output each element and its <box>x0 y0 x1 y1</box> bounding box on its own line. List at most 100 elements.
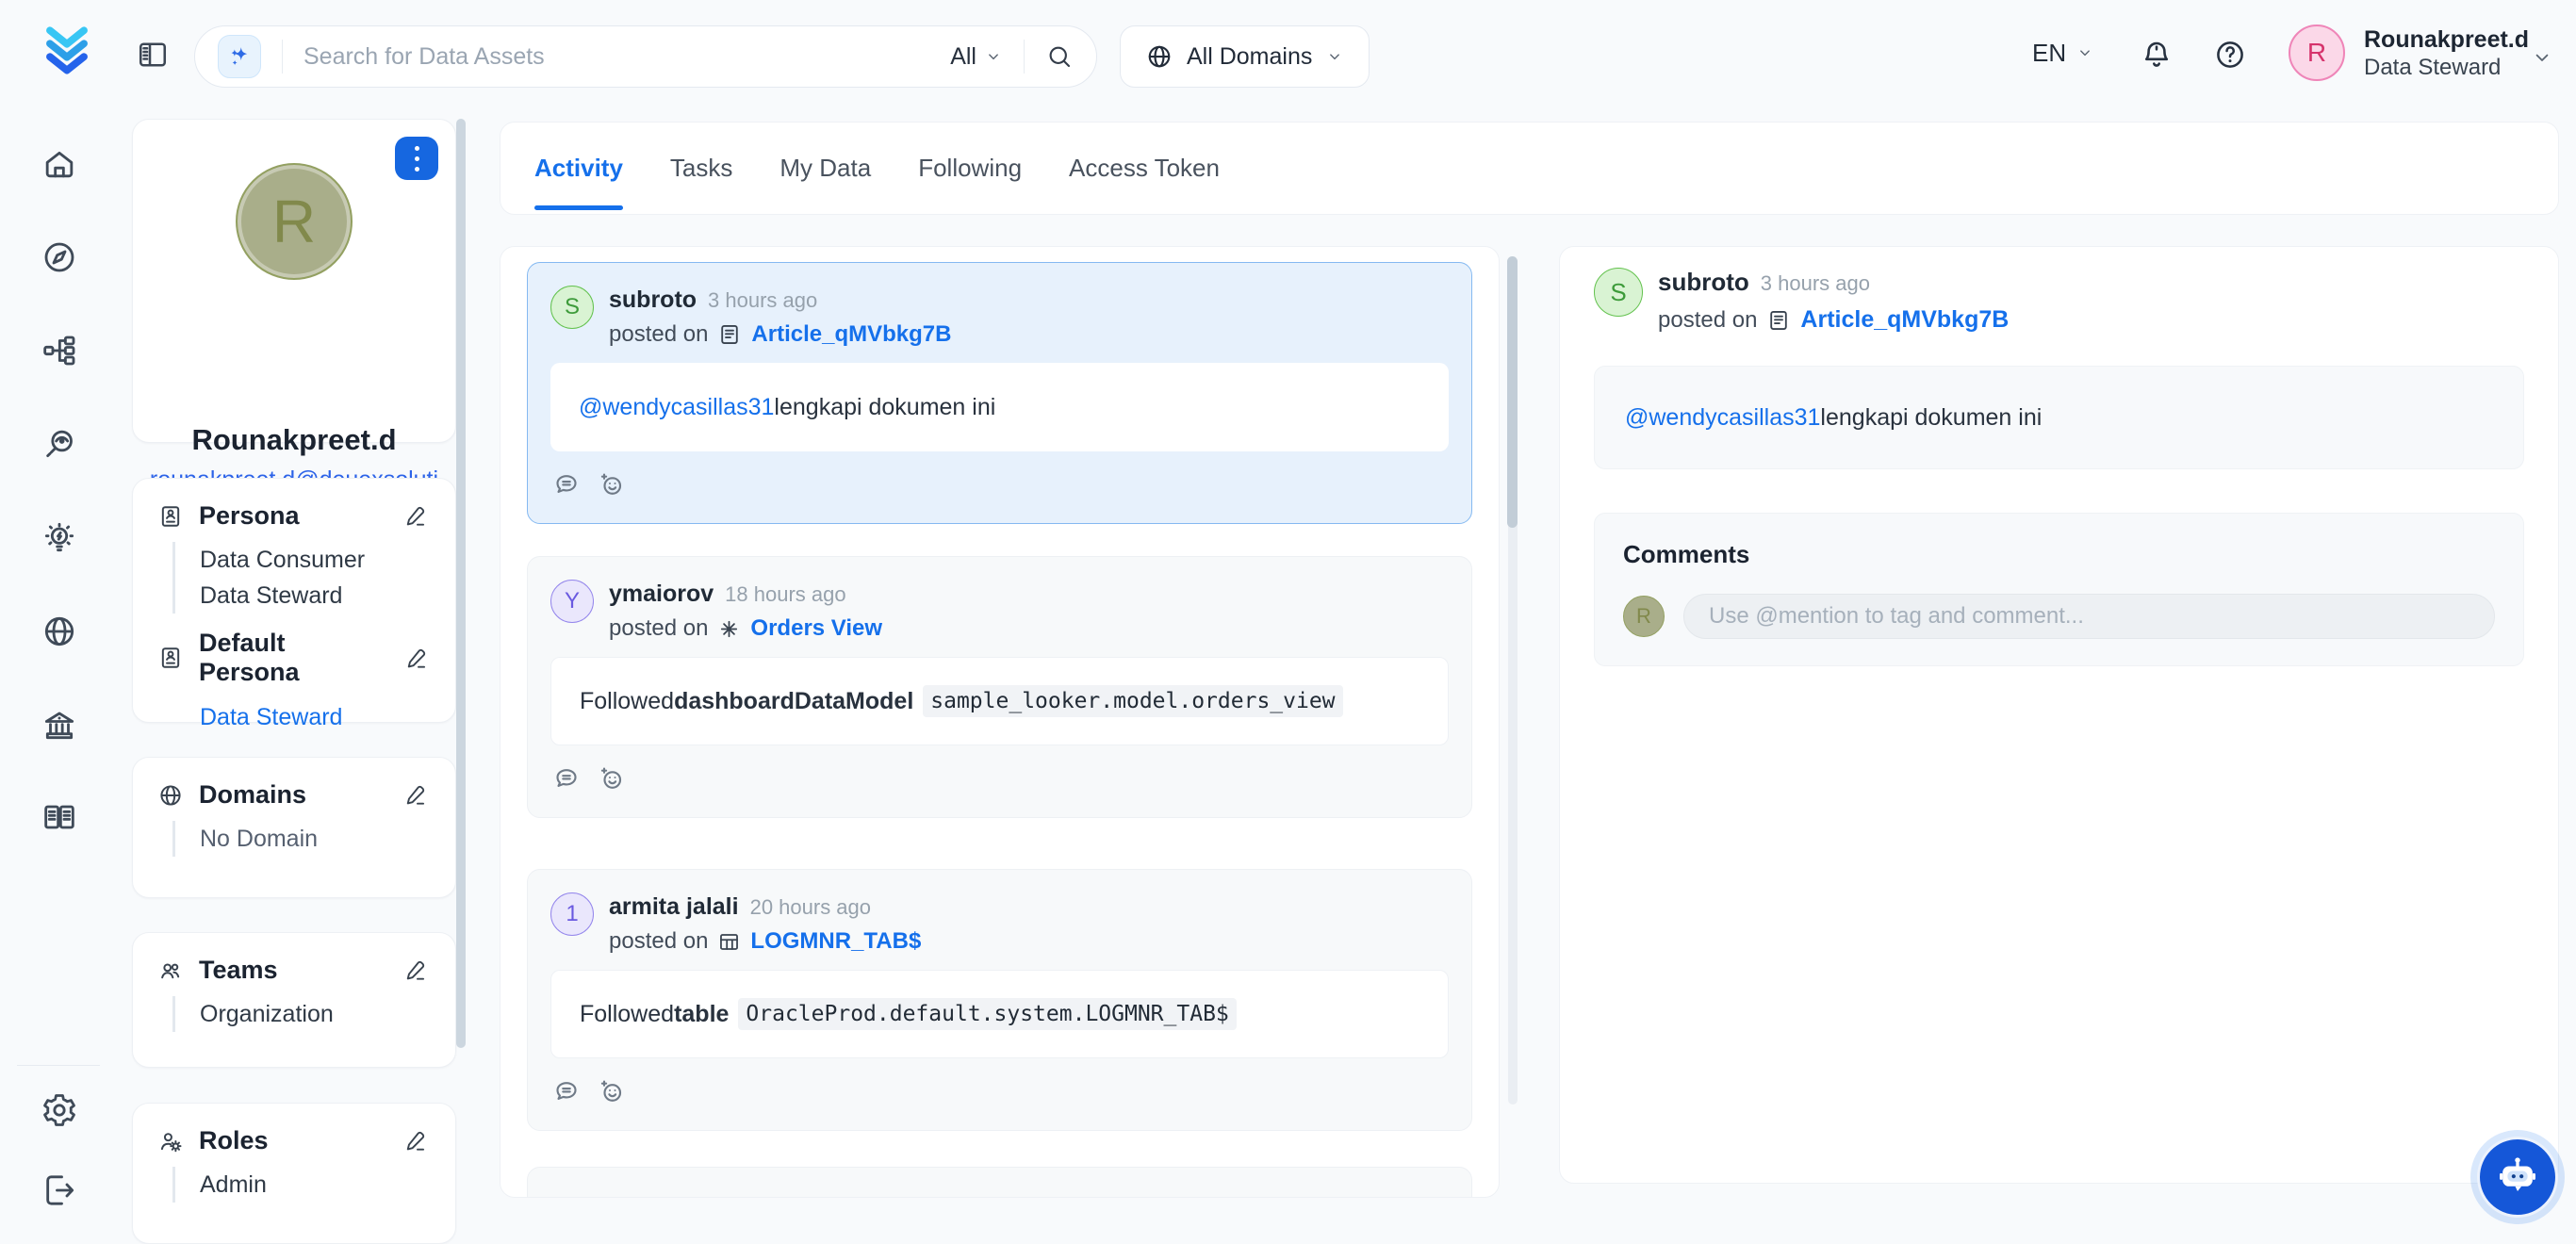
all-domains-dropdown[interactable]: All Domains <box>1120 25 1370 88</box>
feed-user-name[interactable]: armita jalali <box>609 893 739 920</box>
user-avatar[interactable]: R <box>2289 25 2345 81</box>
nav-data-assets-icon[interactable] <box>34 325 85 376</box>
edit-roles-pencil-icon[interactable] <box>402 1127 431 1155</box>
thread-icon[interactable] <box>550 1075 582 1107</box>
chatbot-robot-icon[interactable] <box>2477 1137 2558 1218</box>
feed-timestamp: 3 hours ago <box>708 288 817 312</box>
feed-card[interactable]: 1 armita jalali20 hours ago posted on LO… <box>527 869 1472 1131</box>
all-domains-label: All Domains <box>1187 43 1312 71</box>
role-item: Admin <box>200 1167 431 1203</box>
feed-reactions <box>550 762 1449 794</box>
feed-user-name[interactable]: ymaiorov <box>609 581 714 607</box>
chevron-down-icon <box>2076 43 2094 62</box>
tab-access-token[interactable]: Access Token <box>1069 122 1220 215</box>
divider <box>17 1065 100 1066</box>
profile-tabs: Activity Tasks My Data Following Access … <box>500 122 2559 215</box>
global-search-bar: All <box>194 25 1097 88</box>
nav-insights-icon[interactable] <box>34 513 85 564</box>
app-root: All All Domains EN R Rounakpreet.d Data … <box>0 0 2576 1198</box>
nav-glossary-icon[interactable] <box>34 792 85 843</box>
default-persona-header: Default Persona <box>157 629 431 687</box>
notifications-bell-icon[interactable] <box>2140 36 2177 74</box>
user-role: Data Steward <box>2364 54 2529 81</box>
default-persona-value[interactable]: Data Steward <box>200 704 431 731</box>
domain-item: No Domain <box>200 821 431 857</box>
add-reaction-icon[interactable] <box>596 1075 628 1107</box>
article-icon <box>717 322 742 347</box>
avatar-letter: 1 <box>566 901 578 927</box>
nav-explore-icon[interactable] <box>34 232 85 283</box>
feed-card[interactable]: Y ymaiorov18 hours ago posted on Orders … <box>527 556 1472 818</box>
comment-input[interactable] <box>1683 594 2495 639</box>
sidebar-toggle-icon[interactable] <box>136 36 173 74</box>
search-icon[interactable] <box>1045 42 1074 71</box>
feed-scrollbar[interactable] <box>1507 256 1518 528</box>
message-text: lengkapi dokumen ini <box>774 394 995 421</box>
detail-message: @wendycasillas31 lengkapi dokumen ini <box>1594 366 2524 469</box>
nav-settings-gear-icon[interactable] <box>34 1085 85 1136</box>
nav-domains-icon[interactable] <box>34 606 85 657</box>
user-menu[interactable]: Rounakpreet.d Data Steward <box>2364 26 2529 81</box>
roles-header: Roles <box>157 1126 431 1155</box>
thread-icon[interactable] <box>550 762 582 794</box>
mention-link[interactable]: @wendycasillas31 <box>579 394 774 421</box>
tab-activity[interactable]: Activity <box>534 122 623 215</box>
nav-home-icon[interactable] <box>34 139 85 190</box>
feed-reactions <box>550 1075 1449 1107</box>
tab-my-data[interactable]: My Data <box>779 122 871 215</box>
message-bold: table <box>674 1001 729 1028</box>
ai-sparkles-icon[interactable] <box>218 35 261 78</box>
feed-action-label: posted on <box>609 928 708 955</box>
chevron-down-icon <box>984 47 1003 66</box>
roles-items: Admin <box>172 1167 431 1203</box>
edit-default-persona-pencil-icon[interactable] <box>403 644 431 672</box>
detail-target-link[interactable]: Article_qMVbkg7B <box>1800 306 2009 334</box>
nav-observability-icon[interactable] <box>34 418 85 469</box>
feed-target-link[interactable]: Orders View <box>750 615 882 642</box>
help-icon[interactable] <box>2213 36 2251 74</box>
chevron-down-icon <box>1325 47 1344 66</box>
persona-title: Persona <box>199 501 300 531</box>
persona-card: Persona Data Consumer Data Steward Defau… <box>132 478 456 723</box>
avatar: R <box>1623 596 1665 637</box>
persona-badge-icon <box>157 503 184 530</box>
message-code: OracleProd.default.system.LOGMNR_TAB$ <box>738 998 1236 1030</box>
feed-message: @wendycasillas31 lengkapi dokumen ini <box>550 363 1449 451</box>
thread-icon[interactable] <box>550 468 582 500</box>
add-reaction-icon[interactable] <box>596 468 628 500</box>
feed-card-header: Y ymaiorov18 hours ago posted on Orders … <box>550 580 1449 642</box>
nav-logout-icon[interactable] <box>34 1165 85 1216</box>
avatar: 1 <box>550 892 594 936</box>
detail-header: S subroto3 hours ago posted on Article_q… <box>1594 268 2524 334</box>
mention-link[interactable]: @wendycasillas31 <box>1625 404 1820 432</box>
team-item: Organization <box>200 996 431 1032</box>
feed-card-selected[interactable]: S subroto3 hours ago posted on Article_q… <box>527 262 1472 524</box>
search-scope-dropdown[interactable]: All <box>950 43 1003 71</box>
search-input[interactable] <box>304 43 950 71</box>
avatar-letter: S <box>565 294 580 320</box>
search-scope-label: All <box>950 43 976 71</box>
tab-tasks[interactable]: Tasks <box>670 122 732 215</box>
feed-target-link[interactable]: Article_qMVbkg7B <box>751 321 951 348</box>
app-logo-icon[interactable] <box>38 23 96 81</box>
edit-domains-pencil-icon[interactable] <box>402 781 431 810</box>
feed-card-partial[interactable]: 1 armita jalali <box>527 1167 1472 1198</box>
feed-timestamp: 18 hours ago <box>725 582 845 606</box>
add-reaction-icon[interactable] <box>596 762 628 794</box>
feed-user-name[interactable]: subroto <box>609 286 697 313</box>
language-dropdown[interactable]: EN <box>2032 34 2094 72</box>
profile-more-menu-icon[interactable] <box>395 137 438 180</box>
globe-icon <box>157 782 184 809</box>
edit-teams-pencil-icon[interactable] <box>402 957 431 985</box>
nav-govern-icon[interactable] <box>34 700 85 751</box>
detail-timestamp: 3 hours ago <box>1761 271 1870 295</box>
tab-following[interactable]: Following <box>918 122 1022 215</box>
feed-target-link[interactable]: LOGMNR_TAB$ <box>750 928 921 955</box>
user-menu-chevron-icon[interactable] <box>2530 45 2554 70</box>
profile-scrollbar[interactable] <box>456 119 466 1048</box>
globe-icon <box>1145 42 1173 71</box>
user-name: Rounakpreet.d <box>2364 26 2529 54</box>
comments-title: Comments <box>1623 540 2495 569</box>
edit-persona-pencil-icon[interactable] <box>402 502 431 531</box>
detail-user-name[interactable]: subroto <box>1658 268 1749 296</box>
